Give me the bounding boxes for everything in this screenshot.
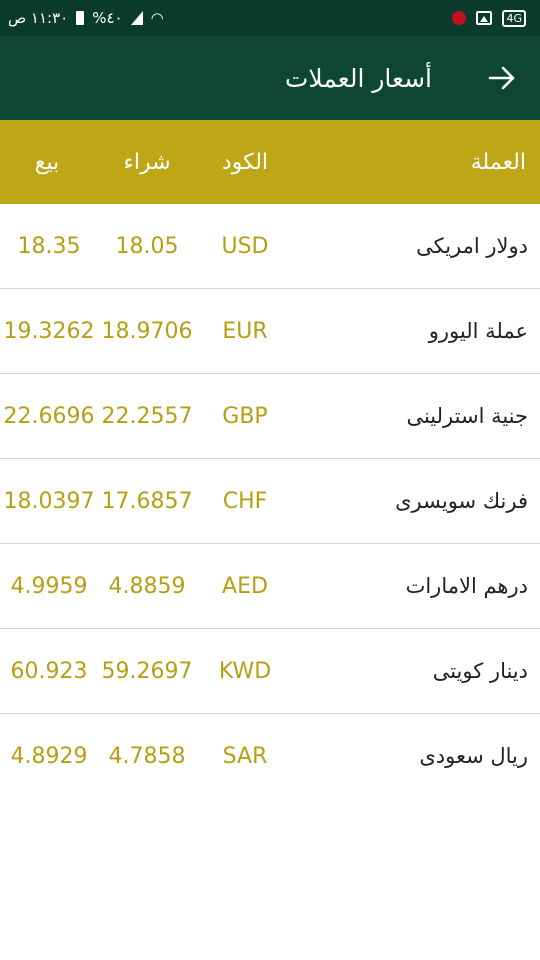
buy-price: 18.9706	[101, 318, 193, 344]
battery-icon	[76, 11, 85, 25]
currency-row[interactable]: فرنك سويسرى CHF 17.6857 18.0397	[0, 459, 540, 544]
app-bar: أسعار العملات	[0, 36, 540, 120]
page-title: أسعار العملات	[284, 63, 432, 93]
currency-list: دولار امريكى USD 18.05 18.35 عملة اليورو…	[0, 204, 540, 798]
buy-price: 4.8859	[108, 573, 186, 599]
header-currency: العملة	[470, 149, 526, 175]
currency-name: دينار كويتى	[432, 659, 528, 683]
currency-name: ريال سعودى	[419, 744, 528, 768]
buy-price: 4.7858	[108, 743, 186, 769]
wifi-icon: ◠	[150, 9, 164, 27]
currency-code: AED	[222, 573, 268, 599]
arrow-right-icon[interactable]	[486, 62, 518, 94]
currency-name: جنية استرلينى	[406, 404, 528, 428]
currency-code: USD	[221, 233, 269, 259]
currency-row[interactable]: جنية استرلينى GBP 22.2557 22.6696	[0, 374, 540, 459]
currency-row[interactable]: ريال سعودى SAR 4.7858 4.8929	[0, 714, 540, 798]
currency-code: KWD	[218, 658, 272, 684]
currency-name: فرنك سويسرى	[395, 489, 528, 513]
battery-percent: %٤٠	[92, 9, 123, 27]
sell-price: 60.923	[10, 658, 88, 684]
record-icon	[452, 11, 467, 25]
buy-price: 18.05	[115, 233, 179, 259]
status-bar: ١١:٣٠ ص %٤٠ ◠ 4G	[0, 0, 540, 36]
sell-price: 4.9959	[10, 573, 88, 599]
currency-code: EUR	[222, 318, 268, 344]
status-time: ١١:٣٠ ص	[8, 9, 69, 27]
status-left: ١١:٣٠ ص %٤٠ ◠	[8, 0, 164, 36]
currency-row[interactable]: عملة اليورو EUR 18.9706 19.3262	[0, 289, 540, 374]
buy-price: 59.2697	[101, 658, 193, 684]
header-buy: شراء	[123, 149, 171, 175]
currency-name: عملة اليورو	[428, 319, 528, 343]
gallery-icon	[476, 11, 493, 25]
header-code: الكود	[221, 149, 269, 175]
signal-icon	[130, 11, 143, 25]
currency-name: دولار امريكى	[416, 234, 528, 258]
table-header: العملة الكود شراء بيع	[0, 120, 540, 204]
sell-price: 19.3262	[3, 318, 95, 344]
currency-code: CHF	[222, 488, 268, 514]
sell-price: 18.35	[17, 233, 81, 259]
currency-name: درهم الامارات	[405, 574, 528, 598]
network-badge: 4G	[502, 9, 526, 27]
currency-row[interactable]: دولار امريكى USD 18.05 18.35	[0, 204, 540, 289]
currency-code: SAR	[222, 743, 268, 769]
status-right: 4G	[452, 0, 526, 36]
sell-price: 18.0397	[3, 488, 95, 514]
sell-price: 22.6696	[3, 403, 95, 429]
header-sell: بيع	[34, 149, 60, 175]
currency-code: GBP	[222, 403, 268, 429]
currency-row[interactable]: دينار كويتى KWD 59.2697 60.923	[0, 629, 540, 714]
currency-row[interactable]: درهم الامارات AED 4.8859 4.9959	[0, 544, 540, 629]
buy-price: 17.6857	[101, 488, 193, 514]
sell-price: 4.8929	[10, 743, 88, 769]
buy-price: 22.2557	[101, 403, 193, 429]
